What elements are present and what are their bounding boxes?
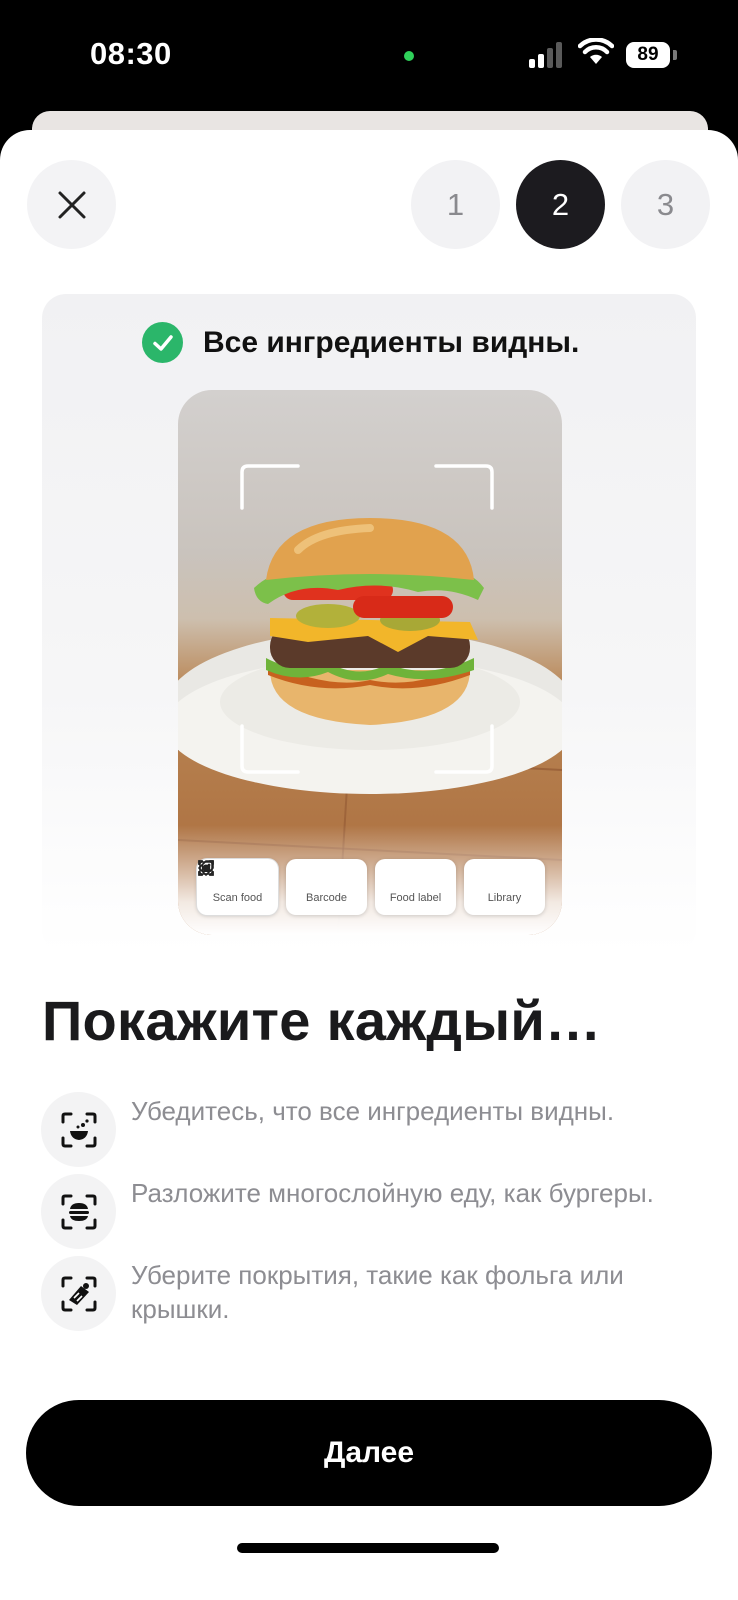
barcode-label: Barcode <box>306 891 347 904</box>
status-bar: 08:30 89 <box>0 0 738 110</box>
scan-preview-card: Все ингредиенты видны. Scan food Barcode… <box>42 294 696 954</box>
burger-scan-icon <box>41 1174 116 1249</box>
step-3[interactable]: 3 <box>621 160 710 249</box>
list-item: Убедитесь, что все ингредиенты видны. <box>41 1090 701 1172</box>
close-button[interactable] <box>27 160 116 249</box>
food-label-button[interactable]: Food label <box>198 859 456 915</box>
library-button[interactable]: Library <box>199 859 545 915</box>
ingredients-scan-icon <box>41 1092 116 1167</box>
page-title: Покажите каждый… <box>42 989 602 1052</box>
scan-mode-bar: Scan food Barcode Food label Library <box>197 859 545 915</box>
ingredients-visible-status: Все ингредиенты видны. <box>142 322 579 363</box>
step-1[interactable]: 1 <box>411 160 500 249</box>
cellular-signal-icon <box>529 40 567 68</box>
tip-text: Разложите многослойную еду, как бургеры. <box>131 1178 654 1208</box>
list-item: Уберите покрытия, такие как фольга или к… <box>41 1254 701 1336</box>
scan-food-label: Scan food <box>212 891 263 904</box>
tip-text: Уберите покрытия, такие как фольга или к… <box>131 1260 624 1324</box>
check-icon <box>142 322 183 363</box>
wrapped-food-scan-icon <box>41 1256 116 1331</box>
close-icon <box>58 191 85 218</box>
tip-text: Убедитесь, что все ингредиенты видны. <box>131 1096 615 1126</box>
privacy-indicator-dot <box>404 51 414 61</box>
barcode-button[interactable]: Barcode <box>198 859 367 915</box>
onboarding-sheet: 1 2 3 Все ингредиенты видны. Scan food B… <box>0 130 738 1600</box>
burger-photo: Scan food Barcode Food label Library <box>178 390 562 935</box>
battery-icon: 89 <box>626 42 670 68</box>
list-item: Разложите многослойную еду, как бургеры. <box>41 1172 701 1254</box>
battery-cap <box>673 50 677 60</box>
status-text: Все ингредиенты видны. <box>203 325 580 359</box>
wifi-icon <box>577 37 615 71</box>
tips-list: Убедитесь, что все ингредиенты видны. Ра… <box>41 1090 701 1336</box>
next-button[interactable]: Далее <box>26 1400 712 1506</box>
library-label: Library <box>487 891 522 904</box>
step-2-active[interactable]: 2 <box>516 160 605 249</box>
food-label-label: Food label <box>389 891 442 904</box>
status-time: 08:30 <box>90 36 172 71</box>
home-indicator <box>237 1543 499 1553</box>
